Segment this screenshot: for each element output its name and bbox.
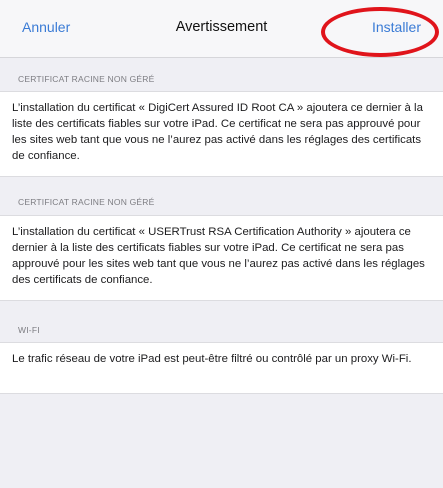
- section-body-root-certificate-1: L’installation du certificat « DigiCert …: [0, 91, 443, 177]
- section-body-wifi: Le trafic réseau de votre iPad est peut-…: [0, 342, 443, 394]
- section-header-root-certificate-1: CERTIFICAT RACINE NON GÉRÉ: [18, 74, 155, 84]
- navigation-bar: Annuler Avertissement Installer: [0, 0, 443, 58]
- warning-screen: Annuler Avertissement Installer CERTIFIC…: [0, 0, 443, 488]
- section-header-root-certificate-2: CERTIFICAT RACINE NON GÉRÉ: [18, 197, 155, 207]
- wifi-proxy-description: Le trafic réseau de votre iPad est peut-…: [12, 353, 412, 365]
- certificate-digicert-description: L’installation du certificat « DigiCert …: [12, 102, 423, 162]
- section-header-wifi: WI-FI: [18, 325, 40, 335]
- section-body-root-certificate-2: L’installation du certificat « USERTrust…: [0, 215, 443, 301]
- certificate-usertrust-description: L’installation du certificat « USERTrust…: [12, 226, 425, 286]
- install-button[interactable]: Installer: [372, 19, 421, 35]
